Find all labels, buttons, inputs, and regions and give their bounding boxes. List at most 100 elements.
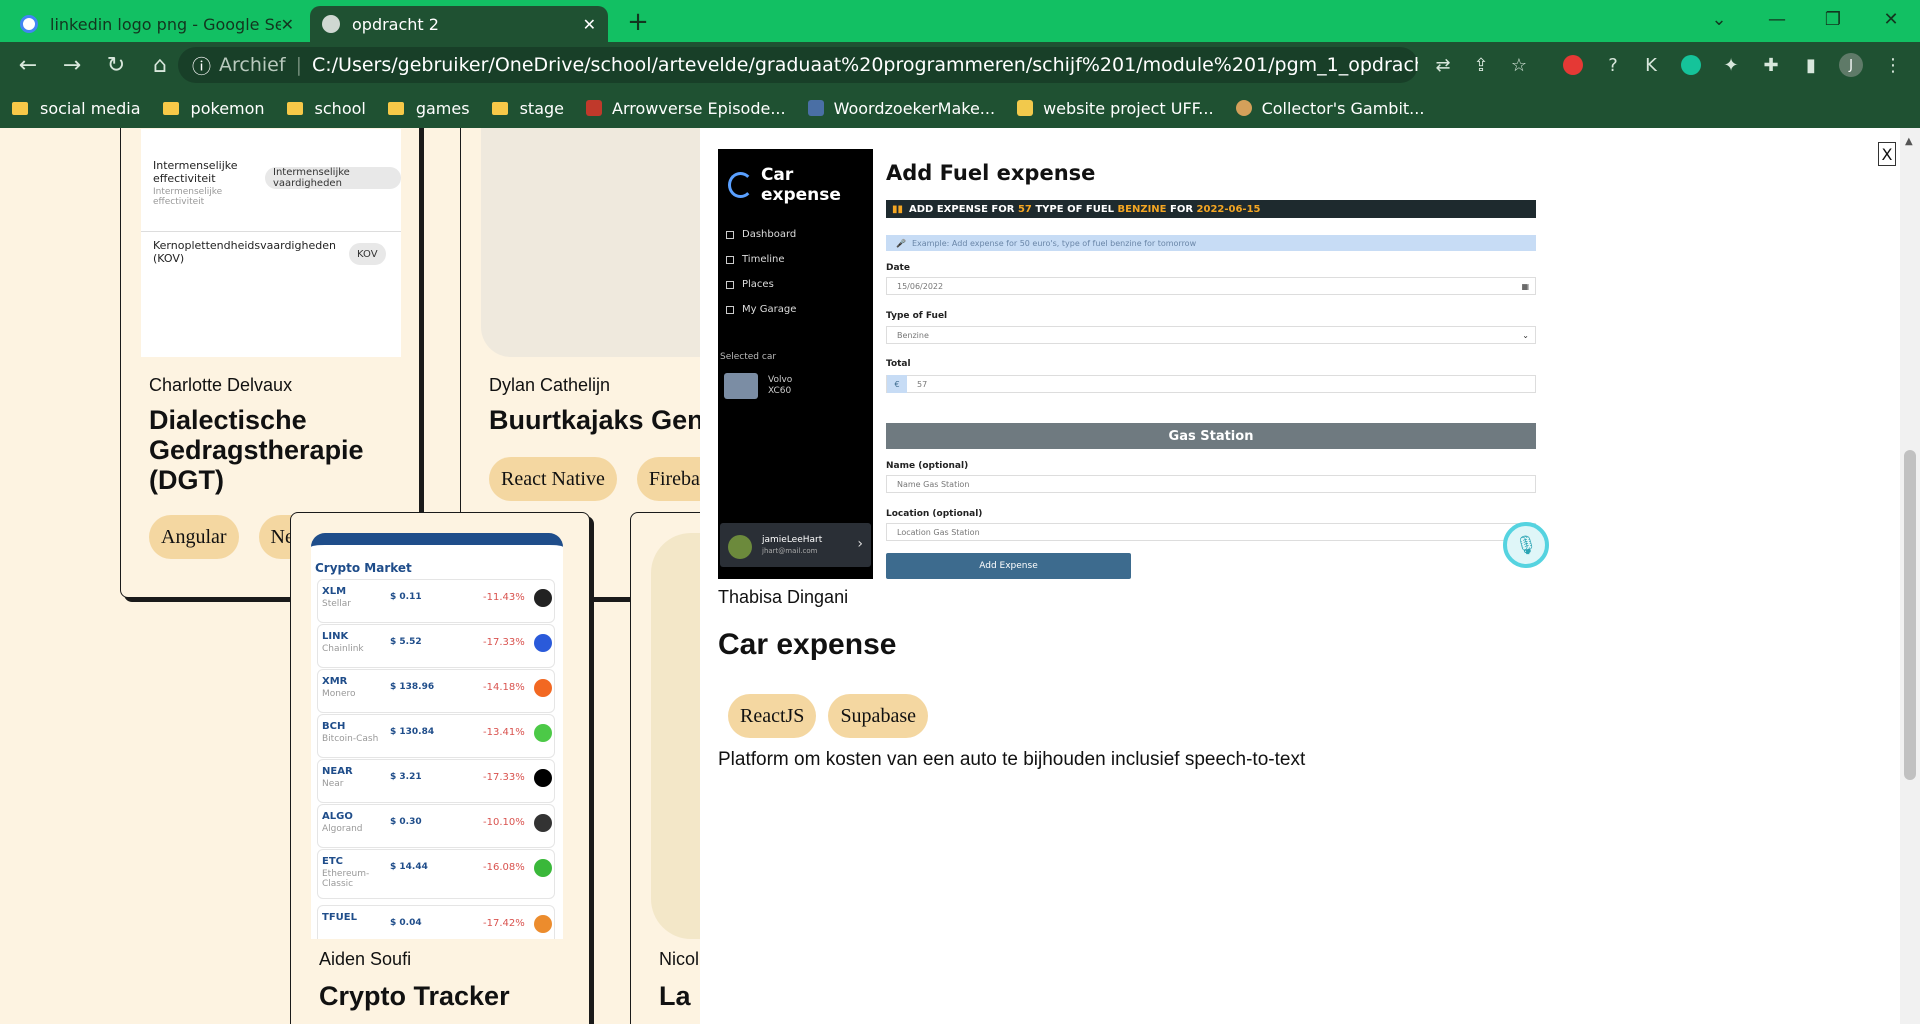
bookmark-label: Collector's Gambit... xyxy=(1261,98,1425,118)
extension-colorful-icon[interactable]: ✦ xyxy=(1716,50,1746,80)
selected-car-label: Selected car xyxy=(720,352,777,362)
profile-initial: J xyxy=(1839,53,1863,77)
algorand-icon xyxy=(534,814,552,832)
tab-strip: linkedin logo png - Google Search ✕ opdr… xyxy=(0,0,1920,42)
bookmark-link[interactable]: website project UFF... xyxy=(1017,99,1214,118)
home-button[interactable]: ⌂ xyxy=(142,47,178,83)
bookmark-link[interactable]: Collector's Gambit... xyxy=(1235,98,1425,118)
bookmark-star-icon[interactable]: ☆ xyxy=(1504,50,1534,80)
crypto-row: ALGO Algorand $ 0.30 -10.10% xyxy=(317,804,555,848)
nav-dashboard: Dashboard xyxy=(726,229,796,240)
crypto-row: NEAR Near $ 3.21 -17.33% xyxy=(317,759,555,803)
bookmark-folder[interactable]: pokemon xyxy=(162,98,265,118)
nav-places: Places xyxy=(726,279,774,290)
project-modal: X Car expense Dashboard Timeline Places … xyxy=(700,128,1900,1024)
browser-toolbar: ← → ↻ ⌂ ⓘ Archief | C:/Users/gebruiker/O… xyxy=(0,42,1920,88)
green-circle-icon xyxy=(1681,55,1701,75)
close-modal-button[interactable]: X xyxy=(1878,142,1896,166)
extension-question-icon[interactable]: ? xyxy=(1598,50,1628,80)
example-hint: 🎤 Example: Add expense for 50 euro's, typ… xyxy=(886,235,1536,251)
crypto-change: -11.43% xyxy=(483,592,525,603)
forward-button[interactable]: → xyxy=(54,47,90,83)
close-tab-icon[interactable]: ✕ xyxy=(281,15,294,34)
skill-name: Intermenselijke effectiviteit xyxy=(153,159,238,185)
minimize-button[interactable]: — xyxy=(1752,0,1802,38)
tech-tag: ReactJS xyxy=(728,694,817,738)
tab-google-search[interactable]: linkedin logo png - Google Search ✕ xyxy=(8,6,306,42)
crypto-price: $ 0.30 xyxy=(390,817,422,827)
divider xyxy=(141,231,401,232)
address-divider: | xyxy=(295,54,302,76)
name-label: Name (optional) xyxy=(886,461,969,471)
nav-label: Dashboard xyxy=(742,229,797,240)
page-scrollbar[interactable]: ▲ xyxy=(1900,128,1920,1024)
student-name: Thabisa Dingani xyxy=(718,587,849,607)
profile-avatar[interactable]: J xyxy=(1836,50,1866,80)
bookmarks-bar: social media pokemon school games stage … xyxy=(0,88,1920,128)
side-panel-icon[interactable]: ▮ xyxy=(1796,50,1826,80)
location-field: Location Gas Station xyxy=(886,523,1536,541)
nav-label: Places xyxy=(742,279,774,290)
crypto-name: Stellar xyxy=(322,599,351,609)
scroll-up-icon[interactable]: ▲ xyxy=(1905,136,1913,147)
bookmark-folder[interactable]: social media xyxy=(12,99,141,118)
chevron-down-icon: ⌄ xyxy=(1522,330,1529,340)
folder-icon xyxy=(286,101,303,115)
page-content: Intermenselijke effectiviteit Intermense… xyxy=(0,128,1920,1024)
banner-icon: ▮▮ xyxy=(892,203,904,215)
tab-opdracht-2[interactable]: opdracht 2 ✕ xyxy=(310,6,608,42)
date-field: 15/06/2022 ▦ xyxy=(886,277,1536,295)
grammarly-icon[interactable] xyxy=(1676,50,1706,80)
car-icon xyxy=(726,305,734,314)
share-icon[interactable]: ⇪ xyxy=(1466,50,1496,80)
restore-button[interactable]: ❐ xyxy=(1808,0,1858,38)
crypto-symbol: NEAR xyxy=(322,766,353,777)
bookmark-link[interactable]: Arrowverse Episode... xyxy=(586,99,786,118)
microphone-icon: 🎙 xyxy=(1503,522,1549,568)
close-window-button[interactable]: ✕ xyxy=(1866,0,1916,38)
menu-kebab-icon[interactable]: ⋮ xyxy=(1878,50,1908,80)
gas-station-heading: Gas Station xyxy=(886,423,1536,449)
bookmark-folder[interactable]: games xyxy=(387,99,470,118)
crypto-change: -13.41% xyxy=(483,727,525,738)
crypto-name: Monero xyxy=(322,689,356,699)
translate-icon[interactable]: ⇄ xyxy=(1428,50,1458,80)
back-button[interactable]: ← xyxy=(10,47,46,83)
banner-text: FOR xyxy=(1170,203,1194,215)
expense-banner: ▮▮ ADD EXPENSE FOR 57 TYPE OF FUEL BENZI… xyxy=(886,200,1536,218)
banner-fuel: BENZINE xyxy=(1117,203,1167,215)
student-name: Aiden Soufi xyxy=(319,949,412,969)
skill-tag: KOV xyxy=(349,243,386,265)
tech-tag: Angular xyxy=(149,515,239,559)
scrollbar-thumb[interactable] xyxy=(1904,450,1916,780)
bookmark-link[interactable]: WoordzoekerMake... xyxy=(807,99,995,118)
crypto-price: $ 0.04 xyxy=(390,918,422,928)
chainlink-icon xyxy=(534,634,552,652)
extension-red-icon[interactable] xyxy=(1558,50,1588,80)
crypto-row: ETC Ethereum-Classic $ 14.44 -16.08% xyxy=(317,849,555,899)
reload-button[interactable]: ↻ xyxy=(98,47,134,83)
bookmark-label: school xyxy=(314,98,366,118)
crypto-name: Chainlink xyxy=(322,644,364,654)
bookmark-folder[interactable]: stage xyxy=(491,99,564,118)
close-tab-icon[interactable]: ✕ xyxy=(583,15,596,34)
crypto-price: $ 5.52 xyxy=(390,637,422,647)
project-title: Crypto Tracker xyxy=(319,981,510,1011)
bookmark-label: pokemon xyxy=(190,98,265,118)
extensions-puzzle-icon[interactable]: ✚ xyxy=(1756,50,1786,80)
crypto-price: $ 14.44 xyxy=(390,862,428,872)
new-tab-button[interactable]: + xyxy=(620,6,656,38)
extension-k-icon[interactable]: K xyxy=(1636,50,1666,80)
theta-fuel-icon xyxy=(534,915,552,933)
crypto-change: -17.33% xyxy=(483,637,525,648)
globe-icon xyxy=(322,15,340,33)
crypto-name: Algorand xyxy=(322,824,363,834)
miro-icon xyxy=(1017,100,1034,116)
project-title: La xyxy=(659,981,691,1011)
project-card-crypto[interactable]: Crypto Market XLM Stellar $ 0.11 -11.43% LI… xyxy=(290,512,590,1024)
tab-search-icon[interactable]: ⌄ xyxy=(1694,0,1744,38)
info-icon[interactable]: ⓘ xyxy=(192,52,211,79)
bookmark-folder[interactable]: school xyxy=(286,98,366,118)
address-bar[interactable]: ⓘ Archief | C:/Users/gebruiker/OneDrive/… xyxy=(178,47,1418,83)
avatar xyxy=(728,535,752,559)
